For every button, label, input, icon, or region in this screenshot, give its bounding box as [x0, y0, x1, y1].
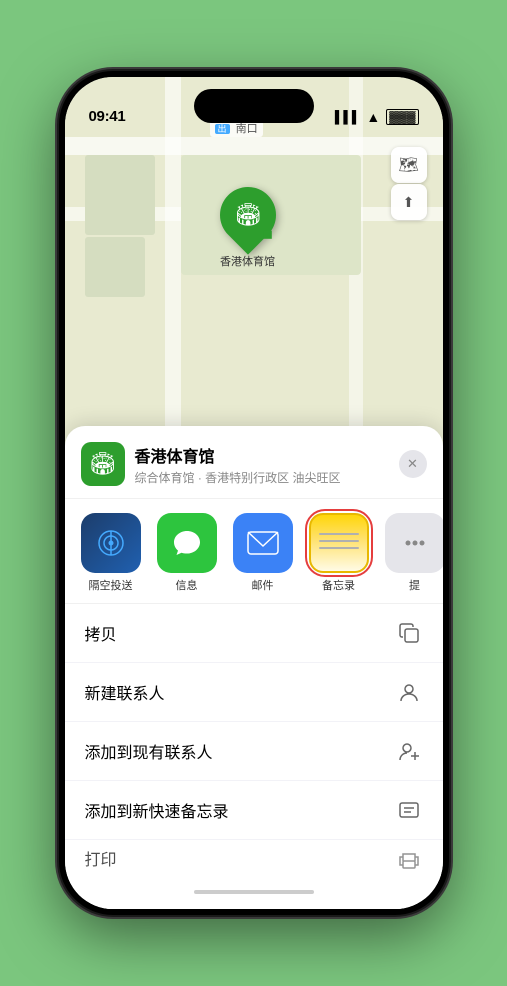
home-indicator: [65, 875, 443, 909]
app-item-notes[interactable]: 备忘录: [309, 513, 369, 593]
pin-circle: 🏟: [208, 175, 287, 254]
app-item-messages[interactable]: 信息: [157, 513, 217, 593]
airdrop-label: 隔空投送: [89, 577, 133, 593]
print-label: 打印: [85, 846, 117, 870]
battery-icon: ▓▓▓: [386, 109, 418, 125]
venue-icon: 🏟: [81, 442, 125, 486]
action-print[interactable]: 打印: [65, 840, 443, 875]
map-block3: [85, 237, 145, 297]
action-copy[interactable]: 拷贝: [65, 604, 443, 663]
venue-name: 香港体育馆: [135, 443, 389, 467]
phone-screen: 09:41 ▌▌▌ ▲ ▓▓▓ 出 南口 🗺 ⬆: [65, 77, 443, 909]
new-contact-label: 新建联系人: [85, 680, 165, 704]
status-time: 09:41: [89, 108, 126, 125]
copy-label: 拷贝: [85, 621, 117, 645]
map-road-h: [65, 137, 443, 155]
map-controls: 🗺 ⬆: [391, 147, 427, 220]
phone-frame: 09:41 ▌▌▌ ▲ ▓▓▓ 出 南口 🗺 ⬆: [59, 71, 449, 915]
notes-lines: [319, 533, 359, 549]
status-icons: ▌▌▌ ▲ ▓▓▓: [335, 109, 419, 125]
app-item-more[interactable]: 提: [385, 513, 443, 593]
stadium-pin[interactable]: 🏟 香港体育馆: [220, 187, 276, 269]
action-new-contact[interactable]: 新建联系人: [65, 663, 443, 722]
home-bar: [194, 890, 314, 894]
dynamic-island: [194, 89, 314, 123]
wifi-icon: ▲: [366, 109, 380, 125]
mail-label: 邮件: [252, 577, 274, 593]
action-list: 拷贝 新建联系人: [65, 604, 443, 875]
bottom-sheet: 🏟 香港体育馆 综合体育馆 · 香港特别行政区 油尖旺区 ✕: [65, 426, 443, 909]
add-existing-label: 添加到现有联系人: [85, 739, 213, 763]
new-contact-icon: [395, 678, 423, 706]
venue-desc: 综合体育馆 · 香港特别行政区 油尖旺区: [135, 469, 389, 486]
quick-note-label: 添加到新快速备忘录: [85, 798, 229, 822]
copy-icon: [395, 619, 423, 647]
mail-icon: [233, 513, 293, 573]
pin-label: 香港体育馆: [220, 253, 275, 269]
signal-icon: ▌▌▌: [335, 110, 361, 124]
print-icon: [395, 844, 423, 872]
map-block2: [85, 155, 155, 235]
map-view-button[interactable]: 🗺: [391, 147, 427, 183]
venue-info: 香港体育馆 综合体育馆 · 香港特别行政区 油尖旺区: [135, 443, 389, 486]
add-existing-icon: [395, 737, 423, 765]
action-add-quick-note[interactable]: 添加到新快速备忘录: [65, 781, 443, 840]
location-button[interactable]: ⬆: [391, 184, 427, 220]
stadium-icon: 🏟: [234, 202, 262, 228]
action-add-existing-contact[interactable]: 添加到现有联系人: [65, 722, 443, 781]
sheet-header: 🏟 香港体育馆 综合体育馆 · 香港特别行政区 油尖旺区 ✕: [65, 426, 443, 499]
notes-label: 备忘录: [322, 577, 355, 593]
airdrop-icon: [81, 513, 141, 573]
app-item-airdrop[interactable]: 隔空投送: [81, 513, 141, 593]
apps-scroll: 隔空投送 信息: [65, 499, 443, 604]
more-icon: [385, 513, 443, 573]
more-label: 提: [409, 577, 420, 593]
messages-icon: [157, 513, 217, 573]
messages-label: 信息: [176, 577, 198, 593]
close-button[interactable]: ✕: [399, 450, 427, 478]
quick-note-icon: [395, 796, 423, 824]
notes-icon: [309, 513, 369, 573]
app-item-mail[interactable]: 邮件: [233, 513, 293, 593]
